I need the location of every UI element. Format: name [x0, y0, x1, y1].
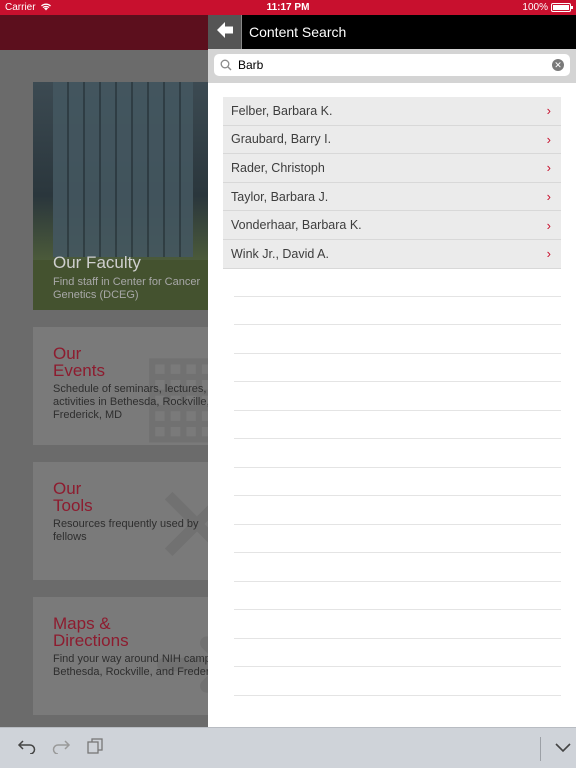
divider [234, 297, 561, 325]
result-name: Vonderhaar, Barbara K. [231, 218, 362, 233]
faculty-card[interactable]: Our Faculty Find staff in Center for Can… [33, 82, 233, 310]
tools-card-desc: Resources frequently used by fellows [53, 518, 199, 543]
events-card-title-1: Our [53, 344, 82, 363]
result-name: Felber, Barbara K. [231, 103, 333, 118]
battery-icon [551, 3, 573, 12]
undo-button[interactable] [10, 733, 44, 763]
back-button[interactable] [208, 15, 242, 49]
battery-percent: 100% [522, 2, 548, 13]
events-card-title-2: Events [53, 361, 105, 380]
tools-card[interactable]: ✕ Our Tools Resources frequently used by… [33, 462, 233, 580]
events-card[interactable]: ▦ Our Events Schedule of seminars, lectu… [33, 327, 233, 445]
list-item[interactable]: Felber, Barbara K. › [223, 97, 561, 126]
divider [234, 667, 561, 696]
chevron-right-icon: › [546, 217, 551, 233]
divider [234, 468, 561, 496]
undo-icon [17, 738, 37, 759]
chevron-right-icon: › [546, 160, 551, 176]
divider [234, 439, 561, 468]
keyboard-toolbar [0, 727, 576, 768]
events-card-desc: Schedule of seminars, lectures, activiti… [53, 383, 210, 421]
divider [234, 496, 561, 525]
divider [234, 268, 561, 297]
divider [234, 354, 561, 382]
maps-card-title-1: Maps & [53, 614, 111, 633]
left-arrow-icon [216, 21, 234, 44]
divider [234, 525, 561, 553]
empty-rows [234, 268, 561, 696]
divider [234, 325, 561, 354]
battery-fill [553, 5, 569, 10]
status-right: 100% [522, 2, 573, 13]
divider [234, 553, 561, 582]
search-input[interactable] [238, 58, 552, 72]
toolbar-divider [540, 737, 541, 761]
search-icon [220, 58, 234, 72]
panel-title: Content Search [249, 24, 347, 40]
wifi-icon [40, 2, 52, 14]
status-left: Carrier [5, 2, 52, 14]
redo-icon [51, 738, 71, 759]
carrier-label: Carrier [5, 2, 36, 13]
building-photo [53, 82, 193, 257]
status-bar: Carrier 11:17 PM 100% [0, 0, 576, 15]
status-time: 11:17 PM [266, 2, 310, 13]
divider [234, 411, 561, 439]
list-item[interactable]: Rader, Christoph › [223, 154, 561, 183]
list-item[interactable]: Graubard, Barry I. › [223, 125, 561, 155]
faculty-card-desc: Find staff in Center for Cancer Genetics… [53, 276, 201, 301]
result-name: Wink Jr., David A. [231, 246, 329, 261]
faculty-card-title: Our Faculty [53, 253, 141, 272]
divider [234, 582, 561, 610]
divider [234, 382, 561, 411]
redo-button[interactable] [44, 733, 78, 763]
tools-card-title-2: Tools [53, 496, 93, 515]
maps-card-desc: Find your way around NIH campus Bethesda… [53, 653, 223, 678]
maps-card-title-2: Directions [53, 631, 129, 650]
paste-button[interactable] [78, 733, 112, 763]
list-item[interactable]: Vonderhaar, Barbara K. › [223, 211, 561, 240]
chevron-right-icon: › [546, 131, 551, 147]
result-name: Taylor, Barbara J. [231, 189, 329, 204]
search-bar: ✕ [208, 49, 576, 83]
list-item[interactable]: Wink Jr., David A. › [223, 239, 561, 269]
clear-icon[interactable]: ✕ [552, 59, 564, 71]
chevron-down-icon [555, 740, 571, 758]
result-name: Graubard, Barry I. [231, 132, 332, 147]
paste-icon [86, 737, 104, 759]
chevron-right-icon: › [546, 189, 551, 205]
tools-card-title-1: Our [53, 479, 82, 498]
panel-header: Content Search [208, 15, 576, 49]
search-box[interactable]: ✕ [214, 54, 570, 76]
maps-card[interactable]: ➜ Maps & Directions Find your way around… [33, 597, 233, 715]
dismiss-keyboard-button[interactable] [546, 734, 576, 764]
divider [234, 610, 561, 639]
list-item[interactable]: Taylor, Barbara J. › [223, 182, 561, 212]
divider [234, 639, 561, 667]
result-name: Rader, Christoph [231, 160, 325, 175]
chevron-right-icon: › [546, 246, 551, 262]
chevron-right-icon: › [546, 103, 551, 119]
results-list: Felber, Barbara K. › Graubard, Barry I. › … [223, 97, 561, 269]
